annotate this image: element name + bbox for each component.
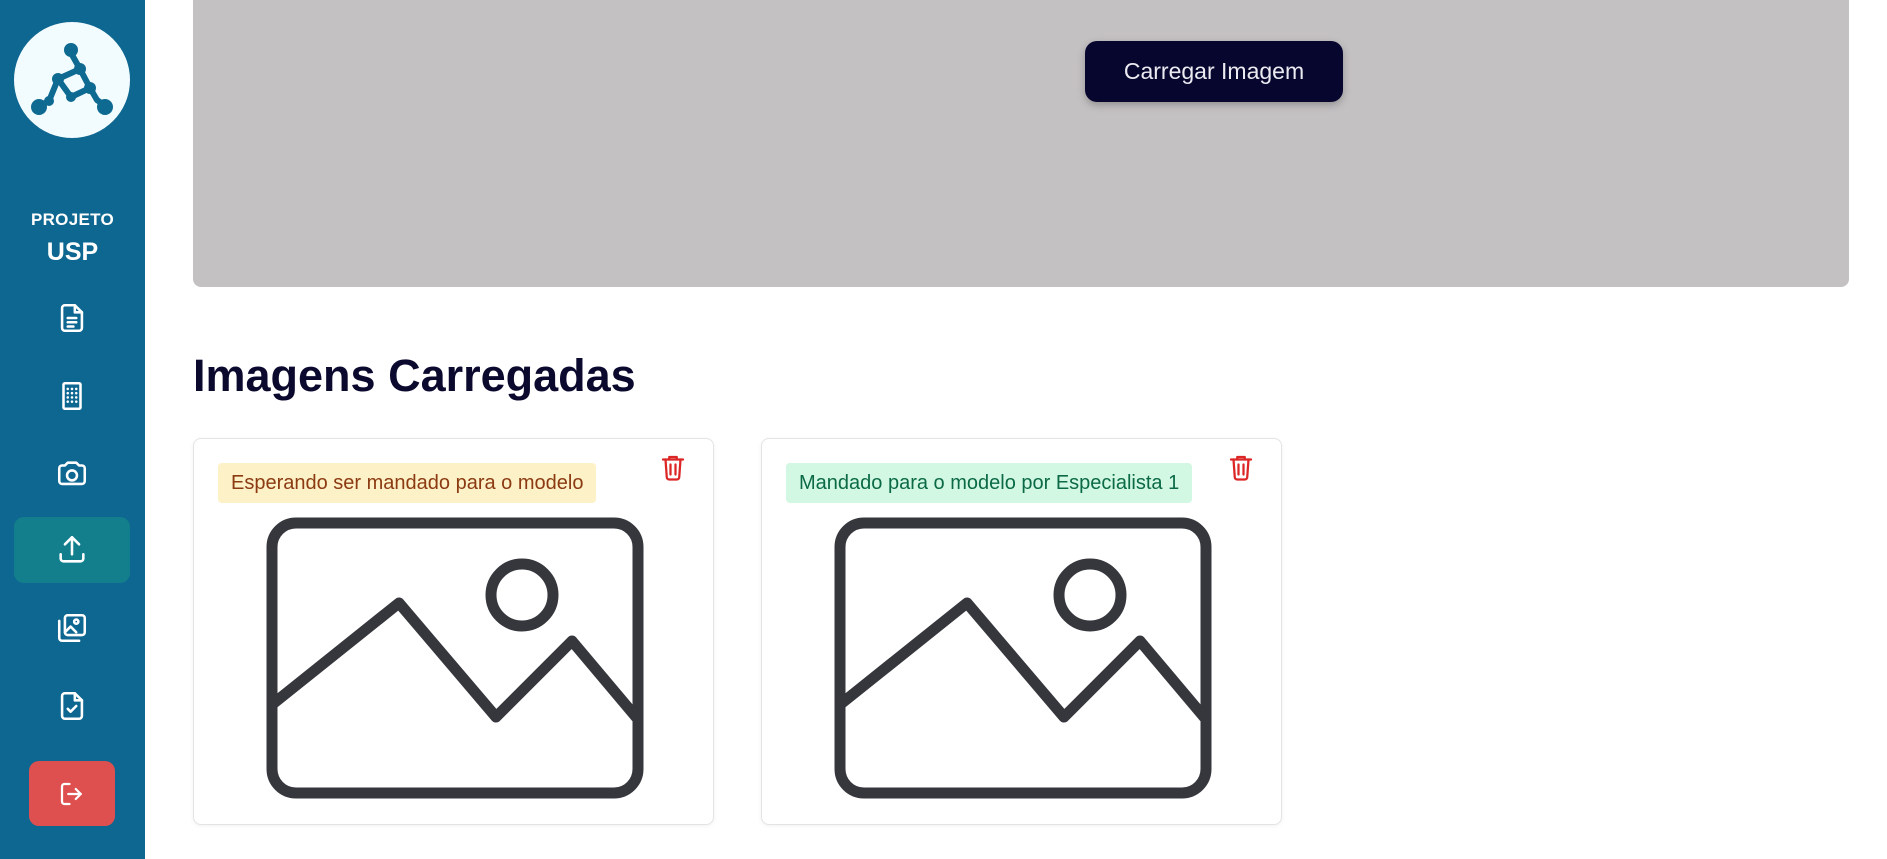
status-badge: Mandado para o modelo por Especialista 1 (786, 463, 1193, 503)
sidebar: PROJETO USP (0, 0, 145, 859)
brand-label: PROJETO (30, 210, 115, 229)
logout-button[interactable] (29, 761, 115, 826)
upload-dropzone[interactable]: Carregar Imagem (193, 0, 1849, 287)
image-card[interactable]: Mandado para o modelo por Especialista 1 (761, 438, 1282, 825)
sidebar-item-buildings[interactable] (14, 363, 130, 429)
image-placeholder-icon (266, 517, 644, 799)
status-badge: Esperando ser mandado para o modelo (218, 463, 597, 503)
sidebar-item-upload[interactable] (14, 517, 130, 583)
logo[interactable] (14, 22, 130, 138)
image-card[interactable]: Esperando ser mandado para o modelo (193, 438, 714, 825)
sidebar-item-gallery[interactable] (14, 595, 130, 661)
trash-icon (1229, 455, 1253, 481)
sidebar-item-reports[interactable] (14, 673, 130, 739)
trash-icon (661, 455, 685, 481)
upload-icon (59, 535, 85, 563)
brand-name: USP (46, 238, 99, 266)
delete-button[interactable] (1225, 451, 1257, 483)
upload-image-button[interactable]: Carregar Imagem (1085, 41, 1343, 102)
image-gallery-icon (57, 613, 87, 643)
document-icon (60, 303, 84, 333)
building-icon (62, 381, 82, 411)
sidebar-item-camera[interactable] (14, 441, 130, 507)
molecule-network-icon (31, 43, 113, 115)
sidebar-item-documents[interactable] (14, 285, 130, 351)
delete-button[interactable] (657, 451, 689, 483)
camera-icon (57, 461, 87, 486)
file-check-icon (60, 691, 84, 721)
logout-icon (60, 782, 82, 805)
page-title: Imagens Carregadas (193, 350, 636, 401)
image-placeholder-icon (834, 517, 1212, 799)
